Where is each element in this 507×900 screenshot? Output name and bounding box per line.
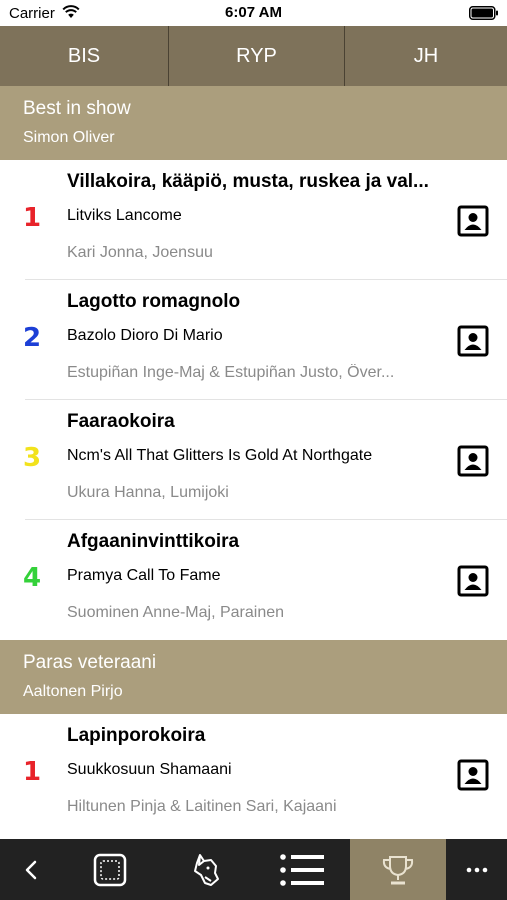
tab-bis[interactable]: BIS	[0, 26, 169, 86]
contact-card-icon[interactable]	[457, 325, 489, 357]
owner-name: Hiltunen Pinja & Laitinen Sari, Kajaani	[67, 798, 337, 815]
more-icon	[466, 867, 487, 872]
section-judge: Simon Oliver	[23, 129, 115, 146]
dog-name: Litviks Lancome	[67, 207, 182, 224]
dog-head-icon	[194, 853, 219, 886]
section-judge: Aaltonen Pirjo	[23, 683, 123, 700]
owner-name: Suominen Anne-Maj, Parainen	[67, 604, 285, 621]
result-row[interactable]: 1 Lapinporokoira Suukkosuun Shamaani Hil…	[0, 714, 507, 834]
rank-number: 2	[22, 323, 42, 353]
owner-name: Kari Jonna, Joensuu	[67, 244, 213, 261]
contact-card-icon[interactable]	[457, 759, 489, 791]
dog-name: Bazolo Dioro Di Mario	[67, 327, 223, 344]
tab-ryp[interactable]: RYP	[169, 26, 345, 86]
trophy-button[interactable]	[350, 839, 446, 900]
tab-label: JH	[413, 44, 439, 67]
status-bar: Carrier 6:07 AM	[0, 0, 507, 26]
tab-label: BIS	[67, 44, 101, 67]
tab-bar: BIS RYP JH	[0, 26, 507, 86]
breed-name: Faaraokoira	[67, 411, 175, 432]
section-title: Paras veteraani	[23, 652, 157, 673]
result-row[interactable]: 3 Faaraokoira Ncm's All That Glitters Is…	[0, 400, 507, 520]
square-button[interactable]	[62, 839, 158, 900]
breed-name: Villakoira, kääpiö, musta, ruskea ja val…	[67, 171, 429, 192]
breed-button[interactable]	[158, 839, 254, 900]
dog-name: Pramya Call To Fame	[67, 567, 221, 584]
result-row[interactable]: 4 Afgaaninvinttikoira Pramya Call To Fam…	[0, 520, 507, 640]
square-icon	[93, 853, 127, 886]
list-button[interactable]	[254, 839, 350, 900]
breed-name: Lapinporokoira	[67, 725, 206, 746]
breed-name: Afgaaninvinttikoira	[67, 531, 240, 552]
rank-number: 3	[22, 443, 42, 473]
tab-jh[interactable]: JH	[345, 26, 507, 86]
rank-number: 4	[22, 563, 42, 593]
owner-name: Estupiñan Inge-Maj & Estupiñan Justo, Öv…	[67, 364, 395, 381]
rank-number: 1	[22, 203, 42, 233]
result-row[interactable]: 2 Lagotto romagnolo Bazolo Dioro Di Mari…	[0, 280, 507, 400]
tab-label: RYP	[236, 44, 277, 67]
status-time: 6:07 AM	[225, 4, 282, 21]
contact-card-icon[interactable]	[457, 205, 489, 237]
list-icon	[280, 853, 324, 886]
result-row[interactable]: 1 Villakoira, kääpiö, musta, ruskea ja v…	[0, 160, 507, 280]
breed-name: Lagotto romagnolo	[67, 291, 241, 312]
more-button[interactable]	[446, 839, 507, 900]
back-button[interactable]	[0, 839, 62, 900]
trophy-icon	[382, 855, 414, 884]
dog-name: Ncm's All That Glitters Is Gold At North…	[67, 447, 373, 464]
contact-card-icon[interactable]	[457, 445, 489, 477]
contact-card-icon[interactable]	[457, 565, 489, 597]
bottom-toolbar	[0, 839, 507, 900]
section-header: Paras veteraani Aaltonen Pirjo	[0, 640, 507, 714]
dog-name: Suukkosuun Shamaani	[67, 761, 232, 778]
section-title: Best in show	[23, 98, 131, 119]
back-icon	[25, 860, 37, 879]
rank-number: 1	[22, 757, 42, 787]
section-header: Best in show Simon Oliver	[0, 86, 507, 160]
owner-name: Ukura Hanna, Lumijoki	[67, 484, 229, 501]
battery-icon	[469, 6, 498, 20]
